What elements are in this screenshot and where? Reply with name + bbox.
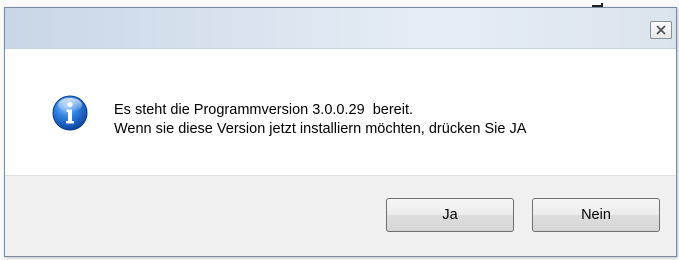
close-button[interactable] [650,21,672,39]
message-dialog: Es steht die Programmversion 3.0.0.29 be… [4,7,677,257]
dialog-content: Es steht die Programmversion 3.0.0.29 be… [5,49,676,175]
screen: Es steht die Programmversion 3.0.0.29 be… [0,0,679,260]
message-line-1: Es steht die Programmversion 3.0.0.29 be… [114,102,414,118]
message-text: Es steht die Programmversion 3.0.0.29 be… [114,101,526,139]
dialog-button-bar: Ja Nein [5,175,676,256]
close-icon [656,25,666,35]
yes-button[interactable]: Ja [386,198,514,232]
message-line-2: Wenn sie diese Version jetzt installiern… [114,121,527,137]
no-button[interactable]: Nein [532,198,660,232]
dialog-titlebar[interactable] [5,8,676,49]
info-icon [52,95,88,131]
